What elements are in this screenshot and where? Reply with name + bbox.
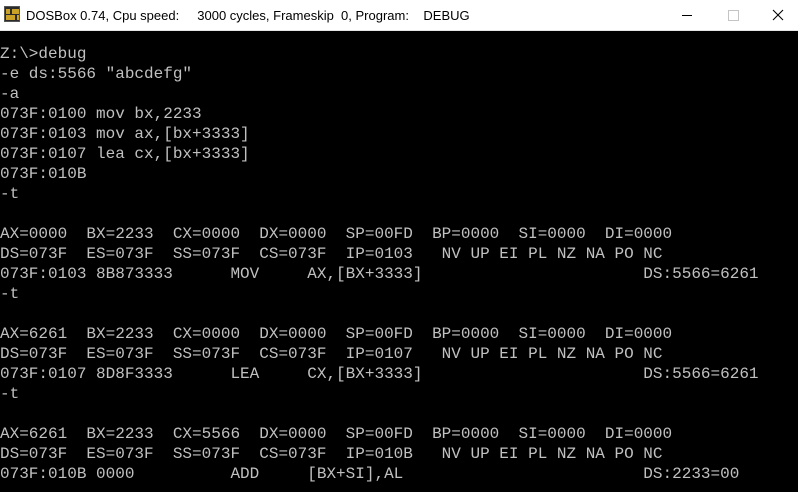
console-line: AX=0000 BX=2233 CX=0000 DX=0000 SP=00FD … bbox=[0, 225, 673, 243]
close-button[interactable] bbox=[756, 0, 798, 31]
console-line: DS=073F ES=073F SS=073F CS=073F IP=010B … bbox=[0, 445, 663, 463]
console-line: DS=073F ES=073F SS=073F CS=073F IP=0107 … bbox=[0, 345, 663, 363]
console-line: 073F:010B bbox=[0, 165, 87, 183]
maximize-button[interactable] bbox=[710, 0, 756, 31]
console-line: -a bbox=[0, 85, 20, 103]
dos-console[interactable]: Z:\>debug -e ds:5566 "abcdefg" -a 073F:0… bbox=[0, 44, 798, 492]
console-line: AX=6261 BX=2233 CX=0000 DX=0000 SP=00FD … bbox=[0, 325, 673, 343]
maximize-icon bbox=[728, 10, 739, 21]
minimize-button[interactable] bbox=[664, 0, 710, 31]
console-line: -t bbox=[0, 185, 20, 203]
console-line: 073F:0107 8D8F3333 LEA CX,[BX+3333] DS:5… bbox=[0, 365, 759, 383]
console-line: -t bbox=[0, 285, 20, 303]
console-line: 073F:010B 0000 ADD [BX+SI],AL DS:2233=00 bbox=[0, 465, 740, 483]
console-line: Z:\>debug bbox=[0, 45, 87, 63]
console-line: 073F:0107 lea cx,[bx+3333] bbox=[0, 145, 250, 163]
console-line: AX=6261 BX=2233 CX=5566 DX=0000 SP=00FD … bbox=[0, 425, 673, 443]
console-line: 073F:0100 mov bx,2233 bbox=[0, 105, 202, 123]
window-title: DOSBox 0.74, Cpu speed: 3000 cycles, Fra… bbox=[26, 8, 470, 23]
dosbox-icon[interactable] bbox=[4, 6, 20, 22]
dosbox-window: DOSBox 0.74, Cpu speed: 3000 cycles, Fra… bbox=[0, 0, 798, 492]
console-line: -t bbox=[0, 385, 20, 403]
minimize-icon bbox=[682, 15, 692, 16]
console-line: DS=073F ES=073F SS=073F CS=073F IP=0103 … bbox=[0, 245, 663, 263]
console-line: 073F:0103 8B873333 MOV AX,[BX+3333] DS:5… bbox=[0, 265, 759, 283]
close-icon bbox=[772, 9, 784, 21]
console-line: 073F:0103 mov ax,[bx+3333] bbox=[0, 125, 250, 143]
title-bar[interactable]: DOSBox 0.74, Cpu speed: 3000 cycles, Fra… bbox=[0, 0, 798, 31]
console-line: -e ds:5566 "abcdefg" bbox=[0, 65, 193, 83]
